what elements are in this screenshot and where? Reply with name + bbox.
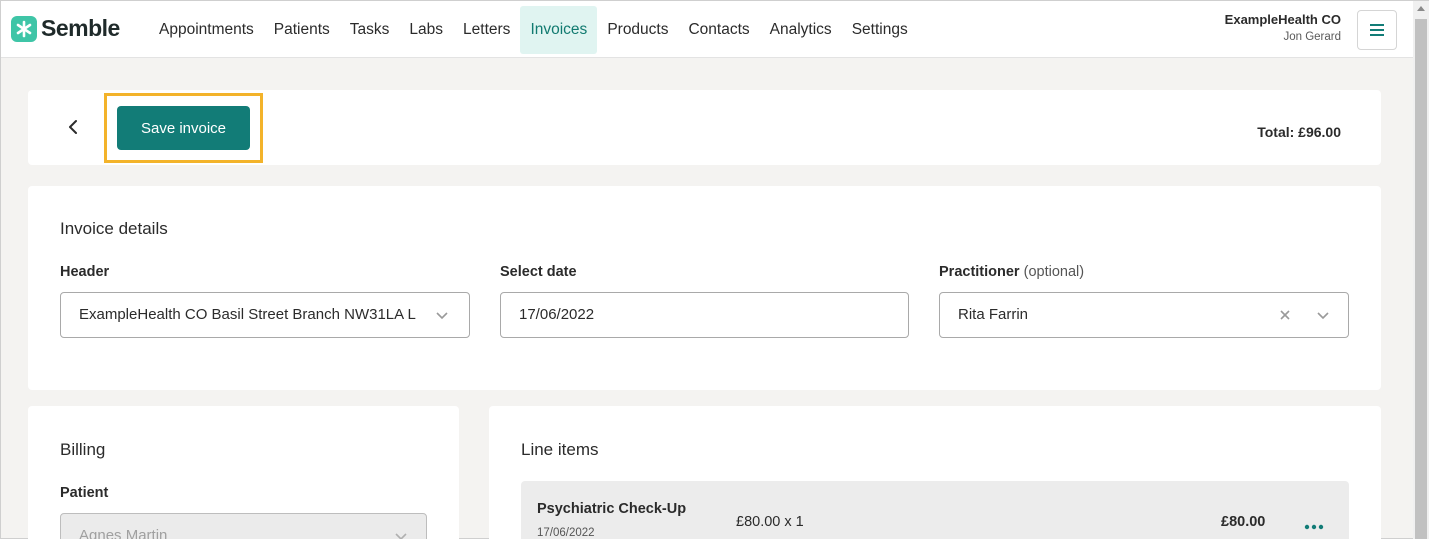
- invoice-action-bar: Save invoice Total: £96.00: [28, 90, 1381, 165]
- header-select-value: ExampleHealth CO Basil Street Branch NW3…: [79, 306, 417, 323]
- main-nav: Appointments Patients Tasks Labs Letters…: [149, 6, 918, 54]
- brand-name: Semble: [41, 15, 120, 41]
- patient-select[interactable]: Agnes Martin: [60, 513, 427, 539]
- account-info: ExampleHealth CO Jon Gerard: [1225, 12, 1341, 43]
- date-input-value: 17/06/2022: [519, 306, 595, 323]
- billing-title: Billing: [60, 440, 106, 459]
- line-items-card: Line items Psychiatric Check-Up 17/06/20…: [489, 406, 1381, 539]
- nav-item-appointments[interactable]: Appointments: [149, 6, 264, 54]
- practitioner-label: Practitioner (optional): [939, 264, 1084, 280]
- invoice-details-title: Invoice details: [60, 219, 168, 238]
- more-horizontal-icon: [1304, 524, 1324, 530]
- user-name: Jon Gerard: [1283, 31, 1341, 43]
- back-button[interactable]: [64, 116, 84, 138]
- chevron-down-icon: [436, 312, 448, 320]
- save-invoice-button[interactable]: Save invoice: [117, 106, 250, 150]
- invoice-details-card: Invoice details Header ExampleHealth CO …: [28, 186, 1381, 390]
- invoice-total: Total: £96.00: [1257, 124, 1341, 140]
- nav-item-patients[interactable]: Patients: [264, 6, 340, 54]
- clear-icon[interactable]: [1278, 308, 1292, 322]
- date-input[interactable]: 17/06/2022: [500, 292, 909, 338]
- chevron-down-icon: [1317, 312, 1329, 320]
- header-label: Header: [60, 264, 110, 280]
- header-select[interactable]: ExampleHealth CO Basil Street Branch NW3…: [60, 292, 470, 338]
- page-scrollbar[interactable]: [1413, 1, 1429, 539]
- practitioner-optional-text: (optional): [1023, 264, 1085, 280]
- nav-item-tasks[interactable]: Tasks: [340, 6, 400, 54]
- main-menu-button[interactable]: [1357, 10, 1397, 50]
- line-item-name: Psychiatric Check-Up: [537, 501, 687, 517]
- line-item-row[interactable]: Psychiatric Check-Up 17/06/2022 £80.00 x…: [521, 481, 1349, 539]
- practitioner-label-text: Practitioner: [939, 264, 1020, 280]
- nav-item-contacts[interactable]: Contacts: [678, 6, 759, 54]
- scroll-up-arrow-icon[interactable]: [1417, 6, 1425, 11]
- line-item-quantity: £80.00 x 1: [736, 514, 804, 530]
- organization-name: ExampleHealth CO: [1224, 12, 1341, 27]
- date-label: Select date: [500, 264, 577, 280]
- semble-logo-icon: [11, 15, 37, 42]
- practitioner-select[interactable]: Rita Farrin: [939, 292, 1349, 338]
- semble-logo[interactable]: Semble: [11, 15, 120, 42]
- line-items-title: Line items: [521, 440, 599, 459]
- nav-item-analytics[interactable]: Analytics: [760, 6, 842, 54]
- top-navigation-bar: Semble Appointments Patients Tasks Labs …: [1, 1, 1413, 58]
- nav-item-letters[interactable]: Letters: [453, 6, 520, 54]
- nav-item-settings[interactable]: Settings: [842, 6, 918, 54]
- nav-item-products[interactable]: Products: [597, 6, 678, 54]
- scroll-thumb[interactable]: [1415, 19, 1427, 539]
- chevron-down-icon: [395, 533, 407, 539]
- line-item-amount: £80.00: [1221, 514, 1266, 530]
- chevron-left-icon: [69, 120, 77, 134]
- billing-card: Billing Patient Agnes Martin: [28, 406, 459, 539]
- patient-label: Patient: [60, 485, 109, 501]
- nav-item-invoices[interactable]: Invoices: [520, 6, 598, 54]
- patient-select-value: Agnes Martin: [79, 527, 168, 539]
- line-item-date: 17/06/2022: [537, 527, 595, 539]
- more-options-button[interactable]: [1304, 517, 1324, 535]
- hamburger-icon: [1370, 24, 1384, 36]
- nav-item-labs[interactable]: Labs: [399, 6, 453, 54]
